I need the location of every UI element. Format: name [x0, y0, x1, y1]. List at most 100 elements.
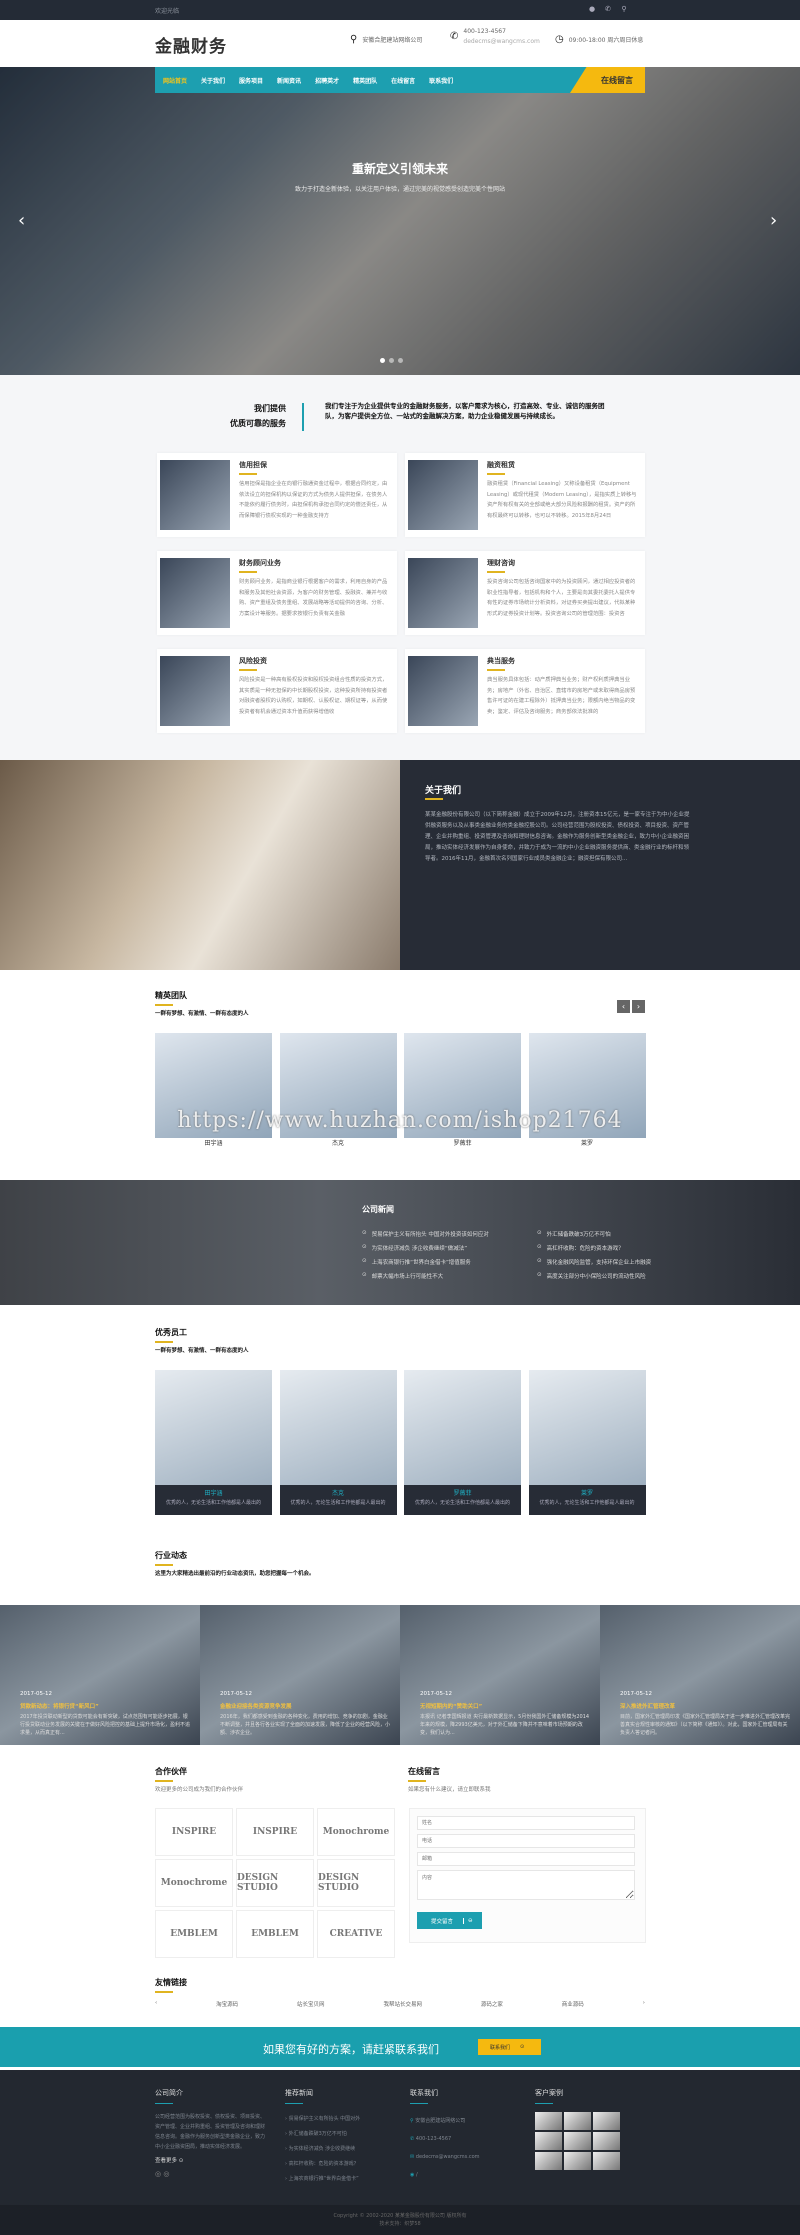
- contact-us-button[interactable]: 联系我们 ⊙: [478, 2039, 541, 2055]
- partner-logo[interactable]: CREATIVE: [317, 1910, 395, 1958]
- team-prev-button[interactable]: ‹: [617, 1000, 630, 1013]
- industry-news-card[interactable]: 2017-05-12 贷款新动态：将银行贷“新风口” 2017年投贷联动新型的贷款可…: [0, 1605, 200, 1745]
- staff-card[interactable]: 田宇涵 优秀的人，无论生活和工作他都是人最出的: [155, 1370, 272, 1515]
- staff-card[interactable]: 罗薇菲 优秀的人，无论生活和工作他都是人最出的: [404, 1370, 521, 1515]
- service-card[interactable]: 风险投资 风险投资是一种高有股权投资和股权投资组合性质的投资方式，其实质是一种无担…: [157, 649, 397, 733]
- qq-icon[interactable]: ◎: [155, 2170, 161, 2178]
- service-image: [160, 558, 230, 628]
- news-item[interactable]: ⊙ 为实体经济减负 涉企收费继续“做减法”: [362, 1244, 467, 1252]
- company-news-section: 公司新闻 ⊙ 贸易保护主义有所抬头 中国对外投资该如何应对 ⊙ 为实体经济减负 涉企收…: [0, 1180, 800, 1305]
- nav-item[interactable]: 精英团队: [353, 76, 377, 85]
- friend-link[interactable]: 淘宝源码: [216, 2000, 238, 2008]
- nav-item[interactable]: 在线留言: [391, 76, 415, 85]
- news-title[interactable]: 深入推进外汇管理改革: [620, 1702, 675, 1710]
- nav-item[interactable]: 网站首页: [163, 76, 187, 85]
- service-title[interactable]: 信用担保: [239, 460, 267, 470]
- news-title[interactable]: 贷款新动态：将银行贷“新风口”: [20, 1702, 99, 1710]
- service-title[interactable]: 典当服务: [487, 656, 515, 666]
- case-thumbnail[interactable]: [564, 2132, 591, 2150]
- service-title[interactable]: 融资租赁: [487, 460, 515, 470]
- case-thumbnail[interactable]: [535, 2112, 562, 2130]
- hero-pagination[interactable]: [380, 358, 403, 363]
- service-title[interactable]: 财务顾问业务: [239, 558, 281, 568]
- footer-news-item[interactable]: › 外汇储备跌破3万亿不可怕: [285, 2127, 395, 2142]
- partner-logo[interactable]: EMBLEM: [155, 1910, 233, 1958]
- search-icon[interactable]: ⚲: [619, 5, 629, 15]
- news-title[interactable]: 金融业迎接各类资源竞争发展: [220, 1702, 292, 1710]
- footer-news-item[interactable]: › 高杠杆收购：危险的资本游戏？: [285, 2157, 395, 2172]
- content-textarea[interactable]: [417, 1870, 635, 1900]
- slide-dot[interactable]: [380, 358, 385, 363]
- friend-link[interactable]: 商业源码: [562, 2000, 584, 2008]
- partner-logo[interactable]: INSPIRE: [155, 1808, 233, 1856]
- friend-link[interactable]: 我帮站长交易网: [383, 2000, 422, 2008]
- industry-news-card[interactable]: 2017-05-12 无视短期内的“赞助关口” 本报讯 记者李国辉报道 央行最新数据…: [400, 1605, 600, 1745]
- partner-logo[interactable]: INSPIRE: [236, 1808, 314, 1856]
- partner-logo[interactable]: DESIGN STUDIO: [236, 1859, 314, 1907]
- service-card[interactable]: 财务顾问业务 财务顾问业务，是指商业银行根据客户的需求，利用自身的产品和服务及其他…: [157, 551, 397, 635]
- partner-logo[interactable]: Monochrome: [317, 1808, 395, 1856]
- phone-input[interactable]: [417, 1834, 635, 1848]
- submit-button[interactable]: 提交留言 ⊖: [417, 1912, 482, 1929]
- news-item[interactable]: ⊙ 邮票大幅市场上行可能性不大: [362, 1272, 443, 1280]
- logo[interactable]: 金融财务: [155, 32, 227, 57]
- wechat-icon[interactable]: ◎: [163, 2170, 169, 2178]
- case-thumbnail[interactable]: [535, 2132, 562, 2150]
- slide-dot[interactable]: [389, 358, 394, 363]
- service-card[interactable]: 信用担保 信用担保是指企业在向银行融通资金过程中，根据合同约定，由依法设立的担保机…: [157, 453, 397, 537]
- case-thumbnail[interactable]: [593, 2132, 620, 2150]
- title-underline: [425, 798, 443, 800]
- hero-prev-arrow-icon[interactable]: ‹: [18, 210, 25, 231]
- case-thumbnail[interactable]: [564, 2152, 591, 2170]
- staff-card[interactable]: 杰克 优秀的人，无论生活和工作他都是人最出的: [279, 1370, 397, 1515]
- member-name: 杰克: [279, 1138, 397, 1150]
- news-item[interactable]: ⊙ 外汇储备跌破3万亿不可怕: [537, 1230, 611, 1238]
- service-card[interactable]: 理财咨询 投资咨询公司包括咨询国家中的为投资顾问，通过相应投资者的职业性指导者，包…: [405, 551, 645, 635]
- partner-logo[interactable]: Monochrome: [155, 1859, 233, 1907]
- news-item[interactable]: ⊙ 贸易保护主义有所抬头 中国对外投资该如何应对: [362, 1230, 489, 1238]
- partner-logo[interactable]: DESIGN STUDIO: [317, 1859, 395, 1907]
- news-item[interactable]: ⊙ 上海农商银行推“世界白金借卡”增值服务: [362, 1258, 471, 1266]
- email-input[interactable]: [417, 1852, 635, 1866]
- nav-item[interactable]: 关于我们: [201, 76, 225, 85]
- more-label: 查看更多: [155, 2158, 178, 2164]
- news-title[interactable]: 无视短期内的“赞助关口”: [420, 1702, 482, 1710]
- nav-item[interactable]: 新闻资讯: [277, 76, 301, 85]
- nav-item[interactable]: 联系我们: [429, 76, 453, 85]
- news-item[interactable]: ⊙ 高杠杆收购：危险的资本游戏？: [537, 1244, 624, 1252]
- partner-logo[interactable]: EMBLEM: [236, 1910, 314, 1958]
- service-card[interactable]: 典当服务 典当服务具体包括：动产质押典当业务；财产权利质押典当业务；房地产（外省、…: [405, 649, 645, 733]
- case-thumbnail[interactable]: [535, 2152, 562, 2170]
- footer-news-item[interactable]: › 上海农商银行推“世界白金借卡”: [285, 2172, 395, 2187]
- industry-news-card[interactable]: 2017-05-12 深入推进外汇管理改革 目前，国家外汇管理局印发《国家外汇管理局…: [600, 1605, 800, 1745]
- service-card[interactable]: 融资租赁 融资租赁（Financial Leasing）又称设备租赁（Equipm…: [405, 453, 645, 537]
- case-thumbnail[interactable]: [593, 2112, 620, 2130]
- staff-card[interactable]: 莱罗 优秀的人，无论生活和工作他都是人最出的: [528, 1370, 646, 1515]
- intro-text: 我们专注于为企业提供专业的金融财务服务，以客户需求为核心，打造高效、专业、诚信的…: [325, 402, 605, 420]
- nav-item[interactable]: 服务项目: [239, 76, 263, 85]
- nav-cta-online-message[interactable]: 在线留言: [570, 67, 645, 93]
- industry-news-card[interactable]: 2017-05-12 金融业迎接各类资源竞争发展 2016年，我们都感受到金融的各种…: [200, 1605, 400, 1745]
- more-link[interactable]: 查看更多 ⊙: [155, 2156, 265, 2164]
- footer-news-item[interactable]: › 为实体经济减负 涉企收费继续: [285, 2142, 395, 2157]
- friend-link[interactable]: 站长宝贝网: [297, 2000, 325, 2008]
- footer-about: 公司简介 公司经营范围为股权投资、债权投资、项目投资、资产管理、企业并购重组、投…: [155, 2088, 265, 2178]
- service-title[interactable]: 风险投资: [239, 656, 267, 666]
- footer-news-item[interactable]: › 贸易保护主义有所抬头 中国对外: [285, 2112, 395, 2127]
- news-item[interactable]: ⊙ 高度关注部分中小保险公司的流动性风险: [537, 1272, 646, 1280]
- nav-item[interactable]: 招聘英才: [315, 76, 339, 85]
- case-thumbnail[interactable]: [593, 2152, 620, 2170]
- hero-next-arrow-icon[interactable]: ›: [770, 210, 777, 231]
- slide-dot[interactable]: [398, 358, 403, 363]
- wechat-icon[interactable]: ✆: [603, 5, 613, 15]
- team-next-button[interactable]: ›: [632, 1000, 645, 1013]
- case-thumbnail[interactable]: [564, 2112, 591, 2130]
- service-title[interactable]: 理财咨询: [487, 558, 515, 568]
- friend-link[interactable]: 源码之家: [481, 2000, 503, 2008]
- qq-icon[interactable]: ●: [587, 5, 597, 15]
- news-item[interactable]: ⊙ 强化金融风险监管，支持环保企业上市融资: [537, 1258, 651, 1266]
- name-input[interactable]: [417, 1816, 635, 1830]
- links-prev-icon[interactable]: ‹: [155, 2000, 157, 2008]
- location-pin-icon: ⚲: [410, 2118, 414, 2124]
- links-next-icon[interactable]: ›: [643, 2000, 645, 2008]
